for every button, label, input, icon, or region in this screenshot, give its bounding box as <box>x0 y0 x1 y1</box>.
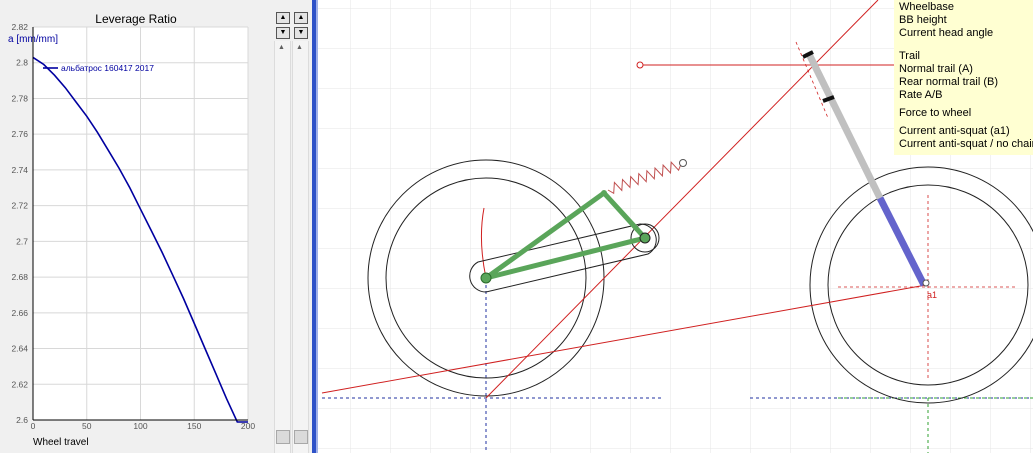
scroll-up-arrow-icon[interactable]: ▲ <box>278 44 285 51</box>
info-force-to-wheel: Force to wheel <box>899 107 972 119</box>
front-axle-node-icon[interactable] <box>922 279 930 287</box>
y-tick-label: 2.62 <box>11 379 28 389</box>
scrollbar-thumb-left[interactable] <box>276 430 290 444</box>
move-up-button-right[interactable]: ▲ <box>294 12 308 24</box>
info-bb-height: BB height <box>899 14 947 26</box>
move-up-button-left[interactable]: ▲ <box>276 12 290 24</box>
x-tick-label: 0 <box>31 421 36 431</box>
shock-mount-icon[interactable] <box>679 159 687 167</box>
info-trail: Trail <box>899 50 920 62</box>
scrollbar-thumb-right[interactable] <box>294 430 308 444</box>
y-tick-label: 2.82 <box>11 22 28 32</box>
info-normal-trail: Normal trail (A) <box>899 63 973 75</box>
info-anti-squat-no-chain: Current anti-squat / no chain <box>899 138 1033 150</box>
panel-controls: ▲ ▼ ▲ ▼ ▲ ▲ <box>268 0 312 453</box>
main-pivot-node-icon[interactable] <box>639 232 651 244</box>
point-label-a1: a1 <box>927 290 937 300</box>
y-tick-label: 2.66 <box>11 308 28 318</box>
y-tick-label: 2.76 <box>11 129 28 139</box>
y-tick-label: 2.78 <box>11 93 28 103</box>
info-rear-normal-trail: Rear normal trail (B) <box>899 76 999 88</box>
info-head-angle: Current head angle <box>899 27 994 39</box>
x-tick-label: 100 <box>133 421 147 431</box>
y-tick-label: 2.64 <box>11 344 28 354</box>
scrollbar-left[interactable]: ▲ <box>274 41 291 453</box>
y-tick-label: 2.72 <box>11 201 28 211</box>
chart-title: Leverage Ratio <box>95 12 177 26</box>
scrollbar-right[interactable]: ▲ <box>292 41 309 453</box>
y-axis-label: a [mm/mm] <box>8 34 58 45</box>
y-tick-label: 2.8 <box>16 58 28 68</box>
rear-axle-node-icon[interactable] <box>480 272 492 284</box>
y-tick-label: 2.68 <box>11 272 28 282</box>
scroll-up-arrow-icon[interactable]: ▲ <box>296 44 303 51</box>
x-tick-label: 150 <box>187 421 201 431</box>
info-wheelbase: Wheelbase <box>899 1 955 13</box>
x-axis-label: Wheel travel <box>33 437 89 448</box>
move-down-button-left[interactable]: ▼ <box>276 27 290 39</box>
leverage-ratio-chart-panel: 2.6 2.62 2.64 2.66 2.68 2.7 2.72 2.74 2.76 2.78 2.… <box>0 0 268 453</box>
reference-point-icon[interactable] <box>636 61 644 69</box>
geometry-info-panel: Wheelbase BB height Current head angle T… <box>894 0 1033 155</box>
legend-label: альбатрос 160417 2017 <box>61 63 154 73</box>
leverage-ratio-chart: 2.6 2.62 2.64 2.66 2.68 2.7 2.72 2.74 2.76 2.78 2.… <box>8 12 255 448</box>
y-tick-label: 2.6 <box>16 415 28 425</box>
y-tick-label: 2.74 <box>11 165 28 175</box>
rocker-node-icon[interactable] <box>601 190 607 196</box>
x-tick-label: 50 <box>82 421 92 431</box>
info-rate: Rate A/B <box>899 89 943 101</box>
move-down-button-right[interactable]: ▼ <box>294 27 308 39</box>
info-anti-squat: Current anti-squat (a1) <box>899 125 1010 137</box>
y-tick-label: 2.7 <box>16 236 28 246</box>
